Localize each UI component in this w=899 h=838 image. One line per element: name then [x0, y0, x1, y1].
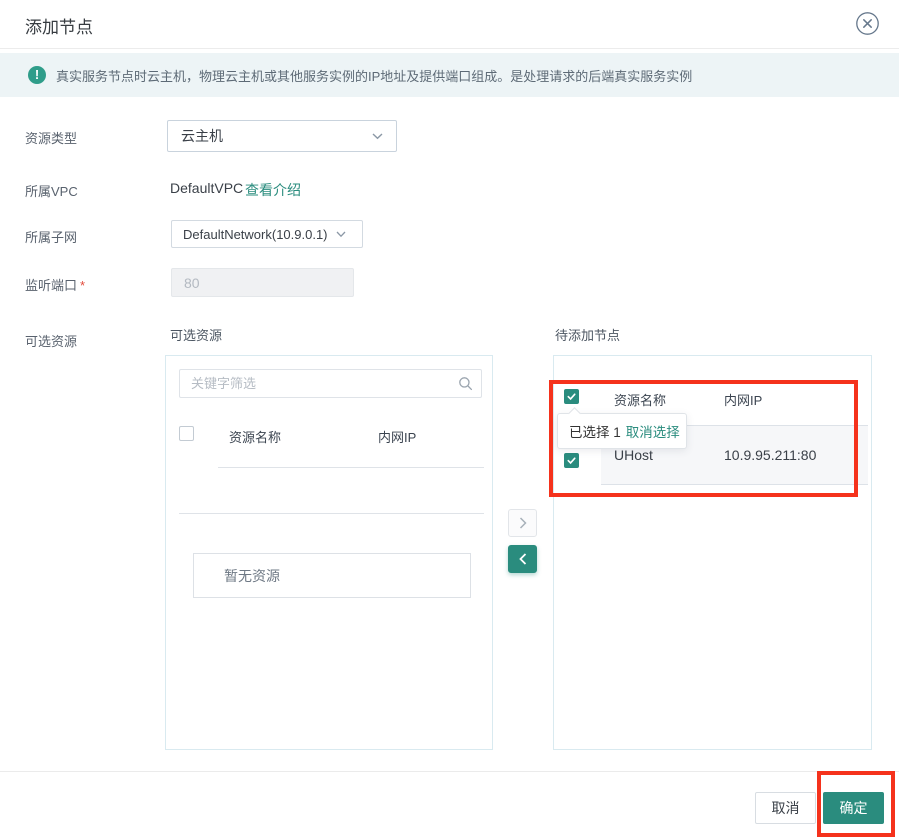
chevron-down-icon	[336, 231, 346, 238]
column-header-ip: 内网IP	[724, 393, 763, 408]
info-icon: !	[28, 66, 46, 84]
resources-label: 可选资源	[25, 334, 78, 349]
row-resource-name: UHost	[614, 447, 653, 463]
search-icon[interactable]	[458, 376, 473, 396]
row-internal-ip: 10.9.95.211:80	[724, 447, 817, 463]
chevron-left-icon	[518, 553, 527, 565]
chevron-down-icon	[372, 132, 383, 140]
header-divider	[0, 48, 899, 49]
column-header-ip: 内网IP	[378, 430, 417, 445]
selection-count-text: 已选择 1	[569, 425, 621, 440]
column-header-name: 资源名称	[229, 430, 282, 445]
close-icon	[855, 11, 880, 36]
close-button[interactable]	[852, 8, 882, 38]
chevron-right-icon	[519, 517, 527, 529]
vpc-intro-link[interactable]: 查看介绍	[245, 180, 301, 200]
table-divider	[179, 513, 484, 514]
available-resources-panel: 资源名称 内网IP 暂无资源	[165, 355, 493, 750]
move-left-button[interactable]	[508, 545, 537, 573]
dialog-title: 添加节点	[25, 18, 93, 37]
selected-panel-title: 待添加节点	[555, 328, 621, 343]
cancel-button[interactable]: 取消	[755, 792, 816, 824]
subnet-value: DefaultNetwork(10.9.0.1)	[183, 226, 328, 242]
subnet-select[interactable]: DefaultNetwork(10.9.0.1)	[171, 220, 363, 248]
selection-tooltip: 已选择 1 取消选择	[557, 407, 687, 449]
empty-state-box: 暂无资源	[193, 553, 471, 598]
resource-type-label: 资源类型	[25, 131, 78, 146]
column-header-name: 资源名称	[614, 393, 667, 408]
info-banner-text: 真实服务节点时云主机，物理云主机或其他服务实例的IP地址及提供端口组成。是处理请…	[56, 68, 693, 84]
clear-selection-link[interactable]: 取消选择	[626, 421, 680, 441]
select-all-checkbox-checked[interactable]	[564, 389, 579, 404]
info-banner: ! 真实服务节点时云主机，物理云主机或其他服务实例的IP地址及提供端口组成。是处…	[0, 53, 899, 97]
listen-port-label: 监听端口 *	[25, 278, 86, 293]
required-mark: *	[80, 278, 86, 293]
table-divider	[218, 467, 484, 468]
resource-type-value: 云主机	[181, 128, 223, 144]
vpc-label: 所属VPC	[25, 184, 78, 199]
resource-type-select[interactable]: 云主机	[167, 120, 397, 152]
available-panel-title: 可选资源	[170, 328, 223, 343]
empty-state-text: 暂无资源	[224, 567, 280, 584]
search-input[interactable]	[179, 369, 482, 398]
move-right-button[interactable]	[508, 509, 537, 537]
add-node-dialog: { "dialog": { "title": "添加节点" }, "banner…	[0, 0, 899, 838]
select-all-checkbox[interactable]	[179, 426, 194, 441]
subnet-label: 所属子网	[25, 230, 78, 245]
footer-divider	[0, 771, 899, 772]
vpc-value: DefaultVPC	[170, 180, 244, 196]
confirm-button[interactable]: 确定	[823, 792, 884, 824]
listen-port-input[interactable]	[171, 268, 354, 297]
row-checkbox-checked[interactable]	[564, 453, 579, 468]
